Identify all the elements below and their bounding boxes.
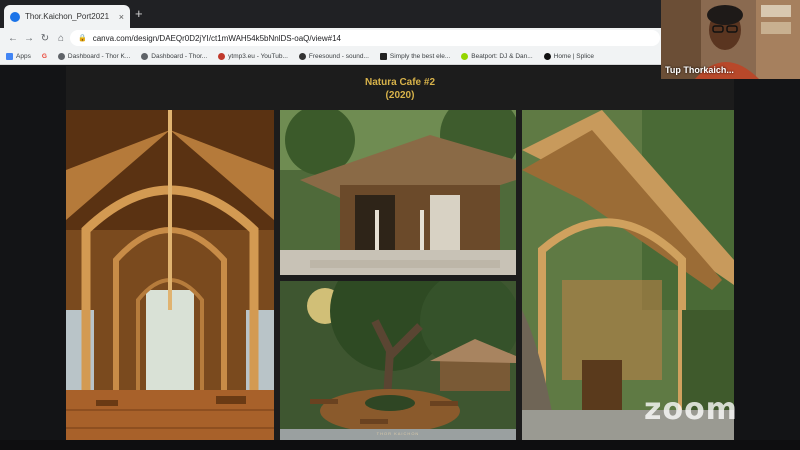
participant-name: Tup Thorkaich... <box>665 65 734 75</box>
screen: Thor.Kaichon_Port2021 × + ← → ↻ ⌂ 🔒 canv… <box>0 0 800 450</box>
bookmark-splice[interactable]: Home | Splice <box>543 52 594 60</box>
photo-cafe-exterior <box>280 110 516 275</box>
webcam-video: Tup Thorkaich... <box>661 0 800 79</box>
presentation-slide: Natura Cafe #2 (2020) THOR KAICHON <box>66 66 734 440</box>
tab-title: Thor.Kaichon_Port2021 <box>25 12 110 21</box>
zoom-watermark-logo: zoom <box>644 392 738 427</box>
beatport-icon <box>461 52 469 60</box>
forward-arrow-icon[interactable]: → <box>22 33 36 44</box>
bottom-strip <box>0 440 800 450</box>
home-icon[interactable]: ⌂ <box>54 33 68 44</box>
bookmark-apps[interactable]: Apps <box>6 52 31 60</box>
simply-icon <box>379 52 387 60</box>
canva-favicon-icon <box>10 11 20 22</box>
globe-icon <box>141 52 149 60</box>
globe-icon <box>57 52 65 60</box>
bookmark-simply[interactable]: Simply the best ele... <box>379 52 450 60</box>
freesound-icon <box>298 52 306 60</box>
bookmark-freesound[interactable]: Freesound - sound... <box>298 52 369 60</box>
bamboo-arch-image <box>522 110 734 440</box>
bookmark-beatport[interactable]: Beatport: DJ & Dan... <box>461 52 533 60</box>
browser-tab[interactable]: Thor.Kaichon_Port2021 × <box>4 5 130 28</box>
slide-title-line1: Natura Cafe #2 <box>364 77 436 88</box>
reload-icon[interactable]: ↻ <box>38 33 52 44</box>
slide-title-line2: (2020) <box>385 90 415 101</box>
close-tab-icon[interactable]: × <box>119 12 124 22</box>
url-text: canva.com/design/DAEQr0D2jYI/ct1mWAH54k5… <box>92 33 341 43</box>
ytmp3-icon <box>218 52 226 60</box>
bamboo-interior-image <box>66 110 274 440</box>
bookmark-dashboard-2[interactable]: Dashboard - Thor... <box>141 52 207 60</box>
bookmark-google[interactable]: G <box>42 53 47 60</box>
back-arrow-icon[interactable]: ← <box>6 33 20 44</box>
tree-deck-image <box>280 281 516 440</box>
bookmark-ytmp3[interactable]: ytmp3.eu - YouTub... <box>218 52 288 60</box>
bookmark-dashboard-1[interactable]: Dashboard - Thor K... <box>57 52 130 60</box>
splice-icon <box>543 52 551 60</box>
address-bar[interactable]: 🔒 canva.com/design/DAEQr0D2jYI/ct1mWAH54… <box>70 30 660 46</box>
slide-title: Natura Cafe #2 (2020) <box>66 76 734 102</box>
new-tab-button[interactable]: + <box>135 7 143 20</box>
photo-bamboo-arch <box>522 110 734 440</box>
photo-caption: THOR KAICHON <box>376 431 420 436</box>
cafe-exterior-image <box>280 110 516 275</box>
photo-tree-deck: THOR KAICHON <box>280 281 516 440</box>
apps-grid-icon <box>6 52 13 60</box>
lock-icon: 🔒 <box>78 35 87 42</box>
photo-bamboo-interior <box>66 110 274 440</box>
